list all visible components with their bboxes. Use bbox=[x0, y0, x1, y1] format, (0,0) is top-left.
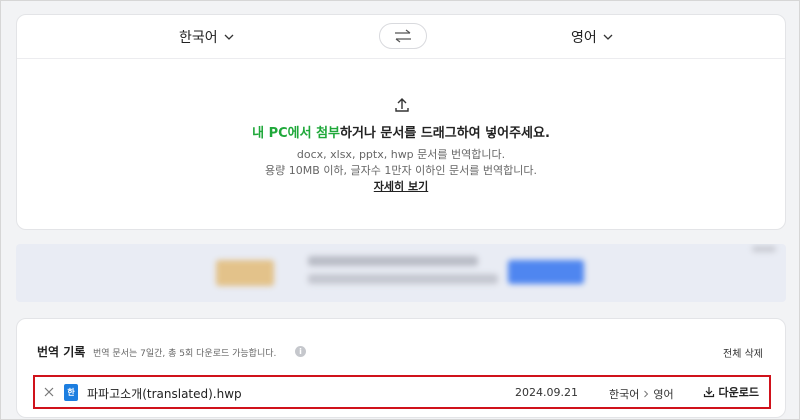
download-icon bbox=[703, 387, 714, 398]
document-translator-card: 한국어 영어 내 PC에서 첨부하거나 문서를 드래그하여 넣어주세요. doc… bbox=[16, 14, 786, 230]
history-title: 번역 기록 bbox=[37, 345, 86, 359]
supported-formats-note: docx, xlsx, pptx, hwp 문서를 번역합니다. bbox=[296, 148, 506, 161]
file-name[interactable]: 파파고소개(translated).hwp bbox=[87, 385, 242, 402]
file-date: 2024.09.21 bbox=[515, 386, 578, 399]
file-target-language: 영어 bbox=[653, 388, 674, 401]
file-drop-zone[interactable]: 내 PC에서 첨부하거나 문서를 드래그하여 넣어주세요. docx, xlsx… bbox=[17, 60, 785, 230]
ad-mark-blur bbox=[752, 246, 776, 252]
source-language-select[interactable]: 한국어 bbox=[179, 27, 235, 47]
details-link[interactable]: 자세히 보기 bbox=[374, 180, 428, 193]
history-note: 번역 문서는 7일간, 총 5회 다운로드 가능합니다. bbox=[93, 349, 277, 359]
chevron-down-icon bbox=[224, 34, 234, 40]
size-limit-note: 용량 10MB 이하, 글자수 1만자 이하인 문서를 번역합니다. bbox=[265, 164, 537, 177]
info-icon[interactable]: i bbox=[295, 346, 306, 357]
ad-banner[interactable] bbox=[16, 244, 786, 302]
chevron-right-icon bbox=[644, 390, 649, 398]
download-button[interactable]: 다운로드 bbox=[703, 384, 759, 400]
ad-text-blur bbox=[308, 256, 478, 266]
file-source-language: 한국어 bbox=[609, 388, 640, 401]
source-language-label: 한국어 bbox=[179, 30, 218, 46]
attach-link[interactable]: 첨부 bbox=[316, 126, 340, 141]
language-bar: 한국어 영어 bbox=[17, 15, 785, 59]
attach-from-pc-link[interactable]: 내 PC에서 bbox=[252, 126, 311, 141]
translation-history-card: 번역 기록 번역 문서는 7일간, 총 5회 다운로드 가능합니다. i 전체 … bbox=[16, 318, 786, 418]
upload-icon bbox=[395, 98, 409, 112]
history-row[interactable]: 한 파파고소개(translated).hwp 2024.09.21 한국어 영… bbox=[33, 375, 771, 409]
details-link-wrap: 자세히 보기 bbox=[17, 178, 785, 194]
swap-arrows-icon bbox=[395, 29, 411, 43]
ad-text-blur bbox=[308, 274, 498, 284]
download-label: 다운로드 bbox=[718, 386, 759, 399]
upload-instruction-text: 하거나 문서를 드래그하여 넣어주세요. bbox=[340, 126, 550, 141]
ad-button-blur bbox=[508, 260, 584, 284]
file-language-pair: 한국어 영어 bbox=[609, 386, 674, 402]
target-language-label: 영어 bbox=[571, 30, 597, 46]
chevron-down-icon bbox=[603, 34, 613, 40]
delete-all-button[interactable]: 전체 삭제 bbox=[723, 345, 763, 360]
target-language-select[interactable]: 영어 bbox=[571, 27, 614, 47]
upload-instruction: 내 PC에서 첨부하거나 문서를 드래그하여 넣어주세요. bbox=[17, 122, 785, 141]
ad-logo-blur bbox=[216, 260, 274, 286]
close-icon[interactable] bbox=[43, 386, 55, 398]
swap-languages-button[interactable] bbox=[379, 23, 427, 49]
hwp-file-icon: 한 bbox=[64, 384, 78, 401]
